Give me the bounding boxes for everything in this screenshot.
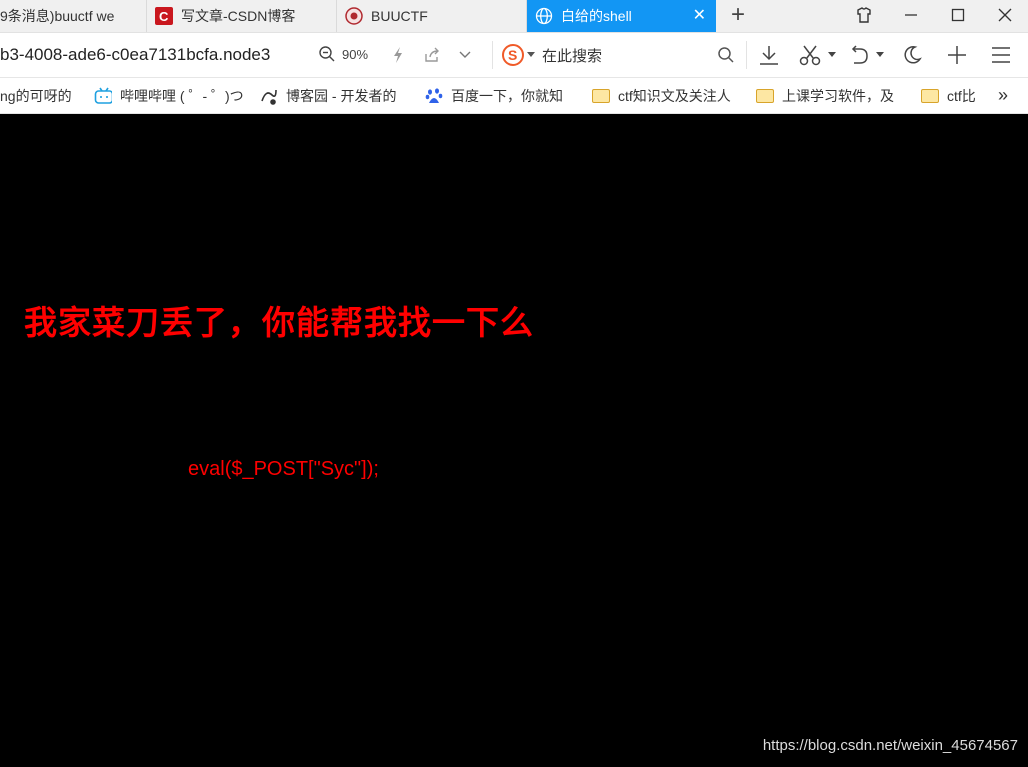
bookmark-label: ng的可呀的: [0, 87, 72, 104]
chevron-down-icon[interactable]: [826, 43, 838, 67]
bookmarks-bar: ng的可呀的 哔哩哔哩 ( ゜- ゜)つ 博客园 - 开发者的 百度一下，你就知…: [0, 78, 1028, 114]
search-input[interactable]: 在此搜索: [542, 45, 602, 66]
undo-icon[interactable]: [847, 43, 871, 67]
bookmark-label: 百度一下，你就知: [451, 87, 563, 104]
folder-icon: [592, 87, 610, 105]
close-tab-icon[interactable]: ✕: [693, 7, 706, 25]
zoom-control[interactable]: 90%: [318, 45, 368, 63]
divider: [492, 41, 493, 69]
screenshot-scissors-icon[interactable]: [798, 43, 822, 67]
tab-title: 写文章-CSDN博客: [181, 8, 296, 24]
bookmark-folder[interactable]: ctf比: [921, 78, 987, 113]
tab-csdn[interactable]: C 写文章-CSDN博客: [147, 0, 337, 32]
bookmark-item[interactable]: 哔哩哔哩 ( ゜- ゜)つ: [94, 78, 246, 113]
buuctf-logo-icon: [345, 7, 363, 25]
bookmark-item[interactable]: 博客园 - 开发者的: [260, 78, 410, 113]
tab-title: BUUCTF: [371, 8, 428, 24]
code-text: eval($_POST["Syc"]);: [188, 458, 379, 480]
minimize-button[interactable]: [888, 0, 934, 32]
zoom-icon: [319, 46, 335, 62]
skin-icon[interactable]: [841, 0, 887, 32]
tab-active-shell[interactable]: 白给的shell ✕: [527, 0, 716, 32]
watermark-text: https://blog.csdn.net/weixin_45674567: [762, 737, 1018, 754]
menu-icon[interactable]: [989, 43, 1013, 67]
bookmark-label: ctf知识文及关注人: [618, 87, 731, 104]
page-content: 我家菜刀丢了，你能帮我找一下么 eval($_POST["Syc"]); htt…: [0, 114, 1028, 767]
csdn-logo-icon: C: [155, 7, 173, 25]
lightning-icon[interactable]: [386, 43, 410, 67]
cnblogs-icon: [260, 87, 278, 105]
more-bookmarks-chevron-icon[interactable]: »: [998, 78, 1018, 113]
bookmark-folder[interactable]: ctf知识文及关注人: [592, 78, 742, 113]
search-box[interactable]: S 在此搜索: [502, 33, 742, 77]
bookmark-label: 上课学习软件，及: [782, 87, 894, 104]
download-icon[interactable]: [757, 43, 781, 67]
share-icon[interactable]: [420, 43, 444, 67]
address-bar: b3-4008-ade6-c0ea7131bcfa.node3 90% S 在此…: [0, 33, 1028, 78]
tab-buuctf[interactable]: BUUCTF: [337, 0, 527, 32]
search-engine-dropdown-icon[interactable]: [526, 51, 536, 59]
tab-title: 9条消息)buuctf we: [0, 8, 115, 24]
bookmark-label: 哔哩哔哩 ( ゜- ゜)つ: [120, 87, 244, 104]
search-icon[interactable]: [714, 43, 738, 67]
folder-icon: [756, 87, 774, 105]
svg-text:C: C: [159, 9, 169, 24]
bookmark-item[interactable]: ng的可呀的: [0, 78, 80, 113]
folder-icon: [921, 87, 939, 105]
sogou-logo-icon: S: [502, 44, 524, 66]
chevron-down-icon[interactable]: [453, 43, 477, 67]
tab-title: 白给的shell: [561, 8, 632, 24]
divider: [746, 41, 747, 69]
globe-icon: [535, 7, 553, 25]
bookmark-folder[interactable]: 上课学习软件，及: [756, 78, 906, 113]
maximize-button[interactable]: [935, 0, 981, 32]
page-heading: 我家菜刀丢了，你能帮我找一下么: [24, 304, 534, 341]
tab-buuctf-we[interactable]: 9条消息)buuctf we: [0, 0, 147, 32]
new-tab-button[interactable]: +: [724, 0, 752, 32]
add-icon[interactable]: [945, 43, 969, 67]
zoom-level: 90%: [342, 46, 369, 62]
bilibili-icon: [94, 87, 112, 105]
baidu-paw-icon: [425, 87, 443, 105]
tab-bar: 9条消息)buuctf we C 写文章-CSDN博客 BUUCTF 白给的sh…: [0, 0, 1028, 33]
close-window-button[interactable]: [982, 0, 1028, 32]
bookmark-item[interactable]: 百度一下，你就知: [425, 78, 575, 113]
night-mode-moon-icon[interactable]: [900, 43, 924, 67]
url-field[interactable]: b3-4008-ade6-c0ea7131bcfa.node3: [0, 33, 305, 77]
chevron-down-icon[interactable]: [874, 43, 886, 67]
bookmark-label: 博客园 - 开发者的: [286, 87, 397, 104]
bookmark-label: ctf比: [947, 87, 976, 104]
svg-text:S: S: [508, 47, 517, 63]
